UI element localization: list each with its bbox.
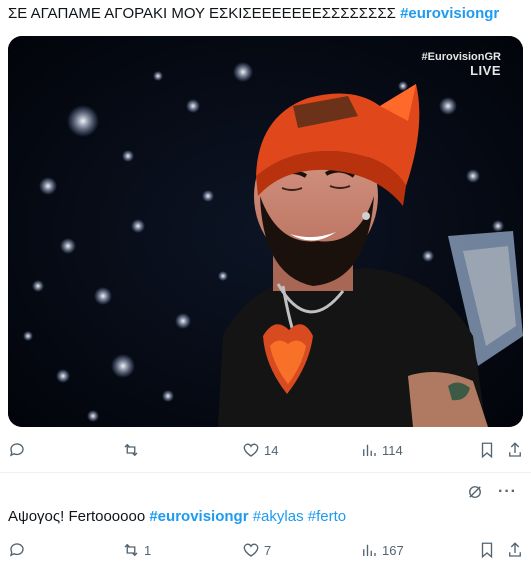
share-icon bbox=[509, 442, 521, 457]
views-icon bbox=[363, 444, 376, 456]
watermark-brand: #EurovisionGR bbox=[421, 51, 501, 63]
bookmark-button[interactable] bbox=[478, 538, 496, 562]
performer-photo bbox=[8, 36, 523, 427]
like-count: 14 bbox=[264, 442, 279, 458]
bookmark-icon bbox=[481, 542, 493, 559]
hashtag-eurovisiongr[interactable]: #eurovisiongr bbox=[149, 508, 248, 525]
tweet-1-text: ΣΕ ΑΓΑΠΑΜΕ ΑΓΟΡΑΚΙ ΜΟΥ ΕΣΚΙΣΕΕΕΕΕΕΕΣΣΣΣΣ… bbox=[8, 4, 523, 24]
views-count: 167 bbox=[382, 542, 404, 558]
share-button[interactable] bbox=[506, 538, 524, 562]
heart-icon bbox=[243, 543, 259, 557]
bookmark-button[interactable] bbox=[478, 438, 496, 462]
broadcast-watermark: #EurovisionGR LIVE bbox=[422, 50, 501, 78]
grok-icon[interactable] bbox=[466, 483, 484, 501]
retweet-button[interactable] bbox=[122, 438, 144, 462]
hashtag-akylas[interactable]: #akylas bbox=[253, 508, 304, 525]
retweet-icon bbox=[124, 543, 138, 557]
like-button[interactable]: 7 bbox=[242, 538, 271, 562]
retweet-count: 1 bbox=[144, 542, 152, 558]
reply-icon bbox=[9, 543, 24, 557]
views-button[interactable]: 167 bbox=[360, 538, 404, 562]
watermark-live: LIVE bbox=[470, 63, 501, 78]
views-button[interactable]: 114 bbox=[360, 438, 403, 462]
tweet-2-top-icons: ··· bbox=[466, 483, 517, 501]
share-button[interactable] bbox=[506, 438, 524, 462]
tweet-1-body: ΣΕ ΑΓΑΠΑΜΕ ΑΓΟΡΑΚΙ ΜΟΥ ΕΣΚΙΣΕΕΕΕΕΕΕΣΣΣΣΣ… bbox=[8, 5, 396, 22]
tweet-2-body: Αψογος! Fertoooooo bbox=[8, 508, 146, 525]
reply-button[interactable] bbox=[8, 438, 30, 462]
more-options-icon[interactable]: ··· bbox=[498, 483, 517, 501]
views-icon bbox=[363, 544, 376, 556]
share-icon bbox=[509, 542, 521, 557]
hashtag-eurovisiongr[interactable]: #eurovisiongr bbox=[400, 5, 499, 22]
views-count: 114 bbox=[382, 442, 403, 458]
tweet-2-actions: 1 7 167 bbox=[0, 538, 531, 562]
like-button[interactable]: 14 bbox=[242, 438, 278, 462]
retweet-button[interactable]: 1 bbox=[122, 538, 151, 562]
bookmark-icon bbox=[481, 442, 493, 459]
hashtag-ferto[interactable]: #ferto bbox=[308, 508, 346, 525]
reply-button[interactable] bbox=[8, 538, 30, 562]
like-count: 7 bbox=[264, 542, 272, 558]
tweet-1-actions: 14 114 bbox=[0, 438, 531, 462]
reply-icon bbox=[9, 443, 24, 457]
heart-icon bbox=[243, 443, 259, 457]
tweet-2-text: Αψογος! Fertoooooo #eurovisiongr #akylas… bbox=[8, 507, 523, 527]
retweet-icon bbox=[124, 443, 138, 457]
tweet-1-photo[interactable]: #EurovisionGR LIVE bbox=[8, 36, 523, 427]
tweet-1: ΣΕ ΑΓΑΠΑΜΕ ΑΓΟΡΑΚΙ ΜΟΥ ΕΣΚΙΣΕΕΕΕΕΕΕΣΣΣΣΣ… bbox=[0, 0, 531, 472]
